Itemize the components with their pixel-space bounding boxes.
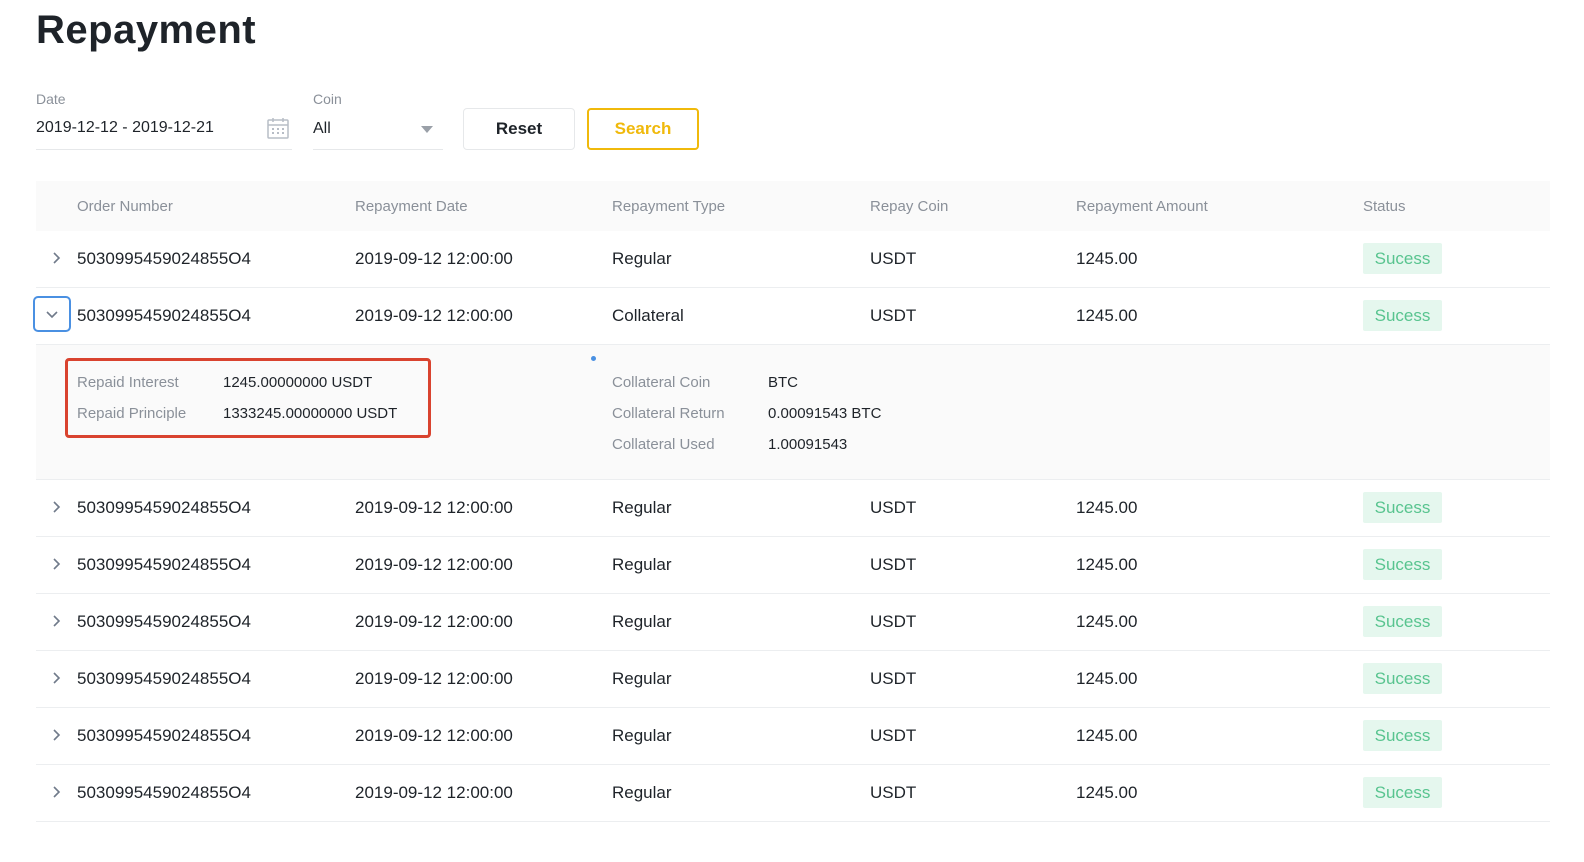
repayment-date: 2019-09-12 12:00:00 bbox=[355, 555, 513, 574]
repayment-type: Regular bbox=[612, 669, 672, 688]
repay-coin: USDT bbox=[870, 498, 917, 517]
repay-coin: USDT bbox=[870, 669, 917, 688]
table-row[interactable]: 5030995459024855O4 2019-09-12 12:00:00 R… bbox=[36, 480, 1550, 537]
repayment-date: 2019-09-12 12:00:00 bbox=[355, 612, 513, 631]
collateral-coin-label: Collateral Coin bbox=[612, 374, 711, 391]
repayment-table: Order Number Repayment Date Repayment Ty… bbox=[33, 181, 1550, 822]
order-number: 5030995459024855O4 bbox=[77, 783, 251, 802]
status-badge: Sucess bbox=[1363, 549, 1442, 580]
chevron-right-icon[interactable] bbox=[50, 251, 62, 265]
column-order-number: Order Number bbox=[77, 198, 173, 215]
date-range-field[interactable]: 2019-12-12 - 2019-12-21 bbox=[36, 112, 292, 150]
table-row[interactable]: 5030995459024855O4 2019-09-12 12:00:00 R… bbox=[36, 231, 1550, 288]
table-row[interactable]: 5030995459024855O4 2019-09-12 12:00:00 R… bbox=[36, 708, 1550, 765]
coin-select-value: All bbox=[313, 120, 331, 137]
caret-down-icon bbox=[421, 126, 433, 133]
repayment-date: 2019-09-12 12:00:00 bbox=[355, 783, 513, 802]
repayment-date: 2019-09-12 12:00:00 bbox=[355, 249, 513, 268]
repayment-type: Regular bbox=[612, 249, 672, 268]
table-row-expanded[interactable]: 5030995459024855O4 2019-09-12 12:00:00 C… bbox=[33, 288, 1550, 345]
table-row[interactable]: 5030995459024855O4 2019-09-12 12:00:00 R… bbox=[36, 651, 1550, 708]
chevron-down-icon bbox=[46, 311, 58, 319]
column-repayment-type: Repayment Type bbox=[612, 198, 726, 215]
repay-coin: USDT bbox=[870, 306, 917, 325]
status-badge: Sucess bbox=[1363, 606, 1442, 637]
table-row[interactable]: 5030995459024855O4 2019-09-12 12:00:00 R… bbox=[36, 537, 1550, 594]
date-label: Date bbox=[36, 91, 66, 107]
column-repayment-date: Repayment Date bbox=[355, 198, 468, 215]
order-number: 5030995459024855O4 bbox=[77, 498, 251, 517]
repayment-date: 2019-09-12 12:00:00 bbox=[355, 306, 513, 325]
repay-coin: USDT bbox=[870, 726, 917, 745]
order-number: 5030995459024855O4 bbox=[77, 612, 251, 631]
chevron-right-icon[interactable] bbox=[50, 614, 62, 628]
repayment-date: 2019-09-12 12:00:00 bbox=[355, 498, 513, 517]
expand-toggle-button[interactable] bbox=[33, 296, 71, 332]
chevron-right-icon[interactable] bbox=[50, 785, 62, 799]
chevron-right-icon[interactable] bbox=[50, 557, 62, 571]
repayment-type: Regular bbox=[612, 498, 672, 517]
table-header: Order Number Repayment Date Repayment Ty… bbox=[36, 181, 1550, 231]
repaid-highlight-box bbox=[65, 358, 431, 438]
column-status: Status bbox=[1363, 198, 1406, 215]
repaid-interest-label: Repaid Interest bbox=[77, 374, 179, 391]
chevron-right-icon[interactable] bbox=[50, 500, 62, 514]
repaid-principle-value: 1333245.00000000 USDT bbox=[223, 405, 398, 422]
status-badge: Sucess bbox=[1363, 243, 1442, 274]
repayment-amount: 1245.00 bbox=[1076, 783, 1138, 802]
marker-dot bbox=[591, 356, 596, 361]
repayment-amount: 1245.00 bbox=[1076, 306, 1138, 325]
order-number: 5030995459024855O4 bbox=[77, 726, 251, 745]
table-row[interactable]: 5030995459024855O4 2019-09-12 12:00:00 R… bbox=[36, 765, 1550, 822]
chevron-right-icon[interactable] bbox=[50, 728, 62, 742]
search-button[interactable]: Search bbox=[587, 108, 699, 150]
repayment-type: Collateral bbox=[612, 306, 684, 325]
collateral-used-value: 1.00091543 bbox=[768, 436, 848, 453]
table-row[interactable]: 5030995459024855O4 2019-09-12 12:00:00 R… bbox=[36, 594, 1550, 651]
repayment-amount: 1245.00 bbox=[1076, 726, 1138, 745]
chevron-right-icon[interactable] bbox=[50, 671, 62, 685]
repay-coin: USDT bbox=[870, 249, 917, 268]
repay-coin: USDT bbox=[870, 612, 917, 631]
repayment-type: Regular bbox=[612, 555, 672, 574]
repayment-amount: 1245.00 bbox=[1076, 669, 1138, 688]
repayment-type: Regular bbox=[612, 783, 672, 802]
row-detail-panel: Repaid Interest 1245.00000000 USDT Repai… bbox=[36, 345, 1550, 480]
status-badge: Sucess bbox=[1363, 777, 1442, 808]
collateral-used-label: Collateral Used bbox=[612, 436, 715, 453]
repaid-principle-label: Repaid Principle bbox=[77, 405, 187, 422]
repay-coin: USDT bbox=[870, 555, 917, 574]
collateral-return-label: Collateral Return bbox=[612, 405, 725, 422]
coin-select[interactable]: All bbox=[313, 112, 443, 150]
repayment-type: Regular bbox=[612, 726, 672, 745]
repayment-amount: 1245.00 bbox=[1076, 612, 1138, 631]
repayment-amount: 1245.00 bbox=[1076, 555, 1138, 574]
date-range-value: 2019-12-12 - 2019-12-21 bbox=[36, 119, 214, 136]
repay-coin: USDT bbox=[870, 783, 917, 802]
order-number: 5030995459024855O4 bbox=[77, 249, 251, 268]
calendar-icon[interactable] bbox=[266, 116, 290, 140]
order-number: 5030995459024855O4 bbox=[77, 306, 251, 325]
column-repayment-amount: Repayment Amount bbox=[1076, 198, 1208, 215]
order-number: 5030995459024855O4 bbox=[77, 669, 251, 688]
repayment-type: Regular bbox=[612, 612, 672, 631]
status-badge: Sucess bbox=[1363, 720, 1442, 751]
column-repay-coin: Repay Coin bbox=[870, 198, 949, 215]
collateral-return-value: 0.00091543 BTC bbox=[768, 405, 882, 422]
status-badge: Sucess bbox=[1363, 492, 1442, 523]
repayment-amount: 1245.00 bbox=[1076, 249, 1138, 268]
repayment-date: 2019-09-12 12:00:00 bbox=[355, 726, 513, 745]
repayment-amount: 1245.00 bbox=[1076, 498, 1138, 517]
coin-label: Coin bbox=[313, 91, 342, 107]
page-title: Repayment bbox=[36, 8, 257, 52]
repayment-date: 2019-09-12 12:00:00 bbox=[355, 669, 513, 688]
status-badge: Sucess bbox=[1363, 300, 1442, 331]
reset-button[interactable]: Reset bbox=[463, 108, 575, 150]
status-badge: Sucess bbox=[1363, 663, 1442, 694]
collateral-coin-value: BTC bbox=[768, 374, 798, 391]
repaid-interest-value: 1245.00000000 USDT bbox=[223, 374, 373, 391]
order-number: 5030995459024855O4 bbox=[77, 555, 251, 574]
